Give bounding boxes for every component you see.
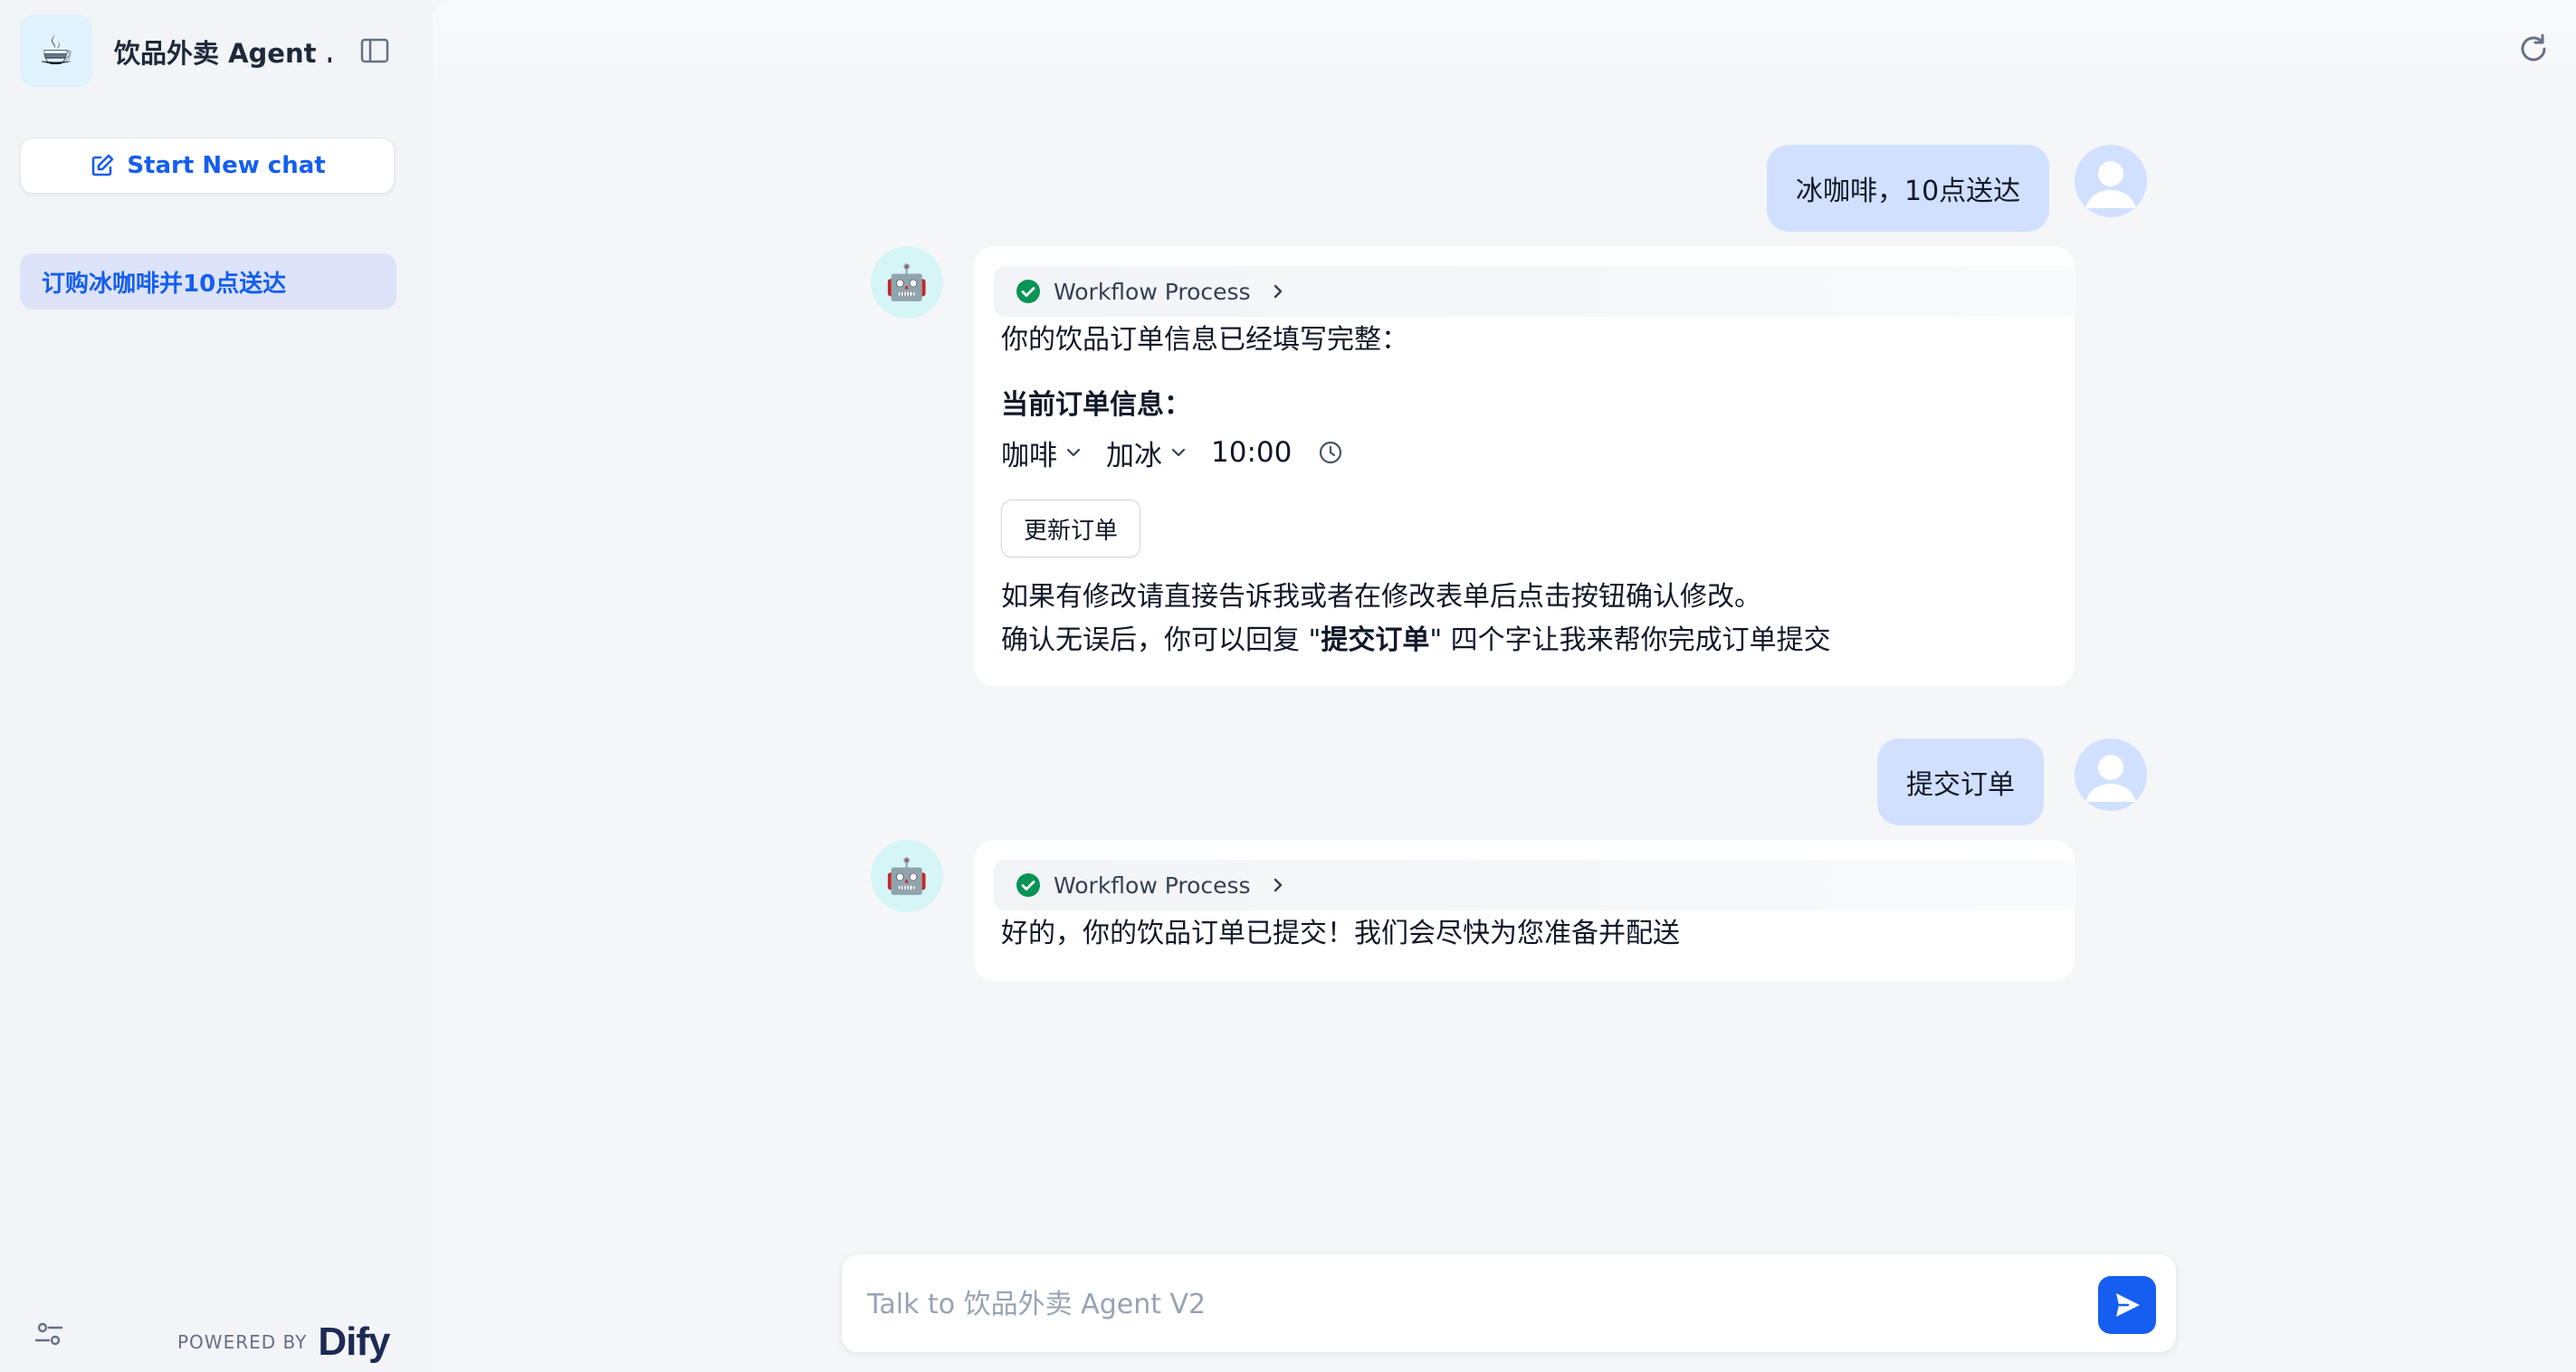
- chat-main: 冰咖啡，10点送达 🤖 Workflow Process 你的饮品订单信息已经填…: [433, 0, 2576, 1372]
- user-message: 提交订单: [1877, 738, 2044, 825]
- note-line2-keyword: 提交订单: [1321, 624, 1430, 656]
- powered-by-label: POWERED BY: [177, 1331, 308, 1353]
- coffee-icon: ☕: [38, 27, 74, 74]
- user-avatar-icon: [2075, 738, 2147, 811]
- note-line2-prefix: 确认无误后，你可以回复 ": [1001, 624, 1321, 656]
- start-new-chat-button[interactable]: Start New chat: [20, 138, 395, 194]
- conversation-item[interactable]: 订购冰咖啡并10点送达: [20, 253, 396, 310]
- send-button[interactable]: [2098, 1276, 2156, 1334]
- drink-select-value: 咖啡: [1001, 439, 1057, 472]
- drink-select[interactable]: 咖啡: [1001, 433, 1083, 473]
- assistant-note-line2: 确认无误后，你可以回复 "提交订单" 四个字让我来帮你完成订单提交: [1001, 619, 2055, 662]
- app-name: 饮品外卖 Agent ...: [114, 38, 331, 69]
- assistant-note-line1: 如果有修改请直接告诉我或者在修改表单后点击按钮确认修改。: [1001, 581, 1761, 613]
- dify-logo: Dify: [318, 1320, 390, 1364]
- conversation-item-label: 订购冰咖啡并10点送达: [42, 270, 287, 298]
- workflow-process-label: Workflow Process: [1054, 872, 1251, 899]
- delivery-time-picker[interactable]: 10:00: [1211, 436, 1344, 469]
- assistant-intro: 你的饮品订单信息已经填写完整：: [1001, 324, 1408, 356]
- user-message-text: 提交订单: [1906, 769, 2015, 801]
- order-form: 咖啡 加冰 10:00: [1001, 427, 2055, 478]
- app-icon: ☕: [20, 14, 92, 87]
- sidebar-toggle-icon[interactable]: [357, 34, 393, 67]
- temperature-select[interactable]: 加冰: [1106, 433, 1188, 473]
- chevron-right-icon: [1274, 284, 1282, 299]
- send-icon: [2116, 1293, 2140, 1317]
- robot-icon: 🤖: [871, 840, 943, 912]
- edit-icon: [92, 154, 114, 176]
- check-circle-icon: [1016, 873, 1040, 897]
- check-circle-icon: [1016, 280, 1040, 303]
- chat-input-container: [842, 1254, 2176, 1352]
- chat-input[interactable]: [865, 1278, 2073, 1330]
- user-message: 冰咖啡，10点送达: [1767, 145, 2050, 232]
- chat-header: [433, 0, 2576, 101]
- assistant-message: Workflow Process 好的，你的饮品订单已提交！我们会尽快为您准备并…: [974, 840, 2076, 981]
- robot-icon: 🤖: [871, 246, 943, 319]
- update-order-button[interactable]: 更新订单: [1001, 500, 1141, 557]
- assistant-message: Workflow Process 你的饮品订单信息已经填写完整： 当前订单信息：…: [974, 246, 2076, 686]
- clock-icon: [1320, 441, 1342, 464]
- user-avatar-icon: [2075, 145, 2147, 217]
- note-line2-suffix: " 四个字让我来帮你完成订单提交: [1429, 624, 1831, 656]
- chevron-down-icon: [1171, 448, 1186, 457]
- order-heading: 当前订单信息：: [1001, 389, 1191, 421]
- temperature-select-value: 加冰: [1106, 439, 1162, 472]
- powered-by: POWERED BY Dify: [177, 1320, 390, 1365]
- sidebar: ☕ 饮品外卖 Agent ... Start New chat 订购冰咖啡并10…: [0, 0, 433, 1372]
- workflow-process-toggle[interactable]: Workflow Process: [994, 860, 2076, 910]
- refresh-icon[interactable]: [2514, 31, 2551, 67]
- workflow-process-toggle[interactable]: Workflow Process: [994, 266, 2076, 317]
- delivery-time-value: 10:00: [1211, 436, 1293, 469]
- user-message-text: 冰咖啡，10点送达: [1796, 176, 2021, 207]
- chevron-right-icon: [1274, 878, 1282, 892]
- chevron-down-icon: [1066, 448, 1081, 457]
- workflow-process-label: Workflow Process: [1054, 278, 1251, 305]
- assistant-reply-text: 好的，你的饮品订单已提交！我们会尽快为您准备并配送: [1001, 918, 1680, 949]
- settings-icon[interactable]: [33, 1318, 65, 1350]
- start-new-chat-label: Start New chat: [127, 152, 326, 179]
